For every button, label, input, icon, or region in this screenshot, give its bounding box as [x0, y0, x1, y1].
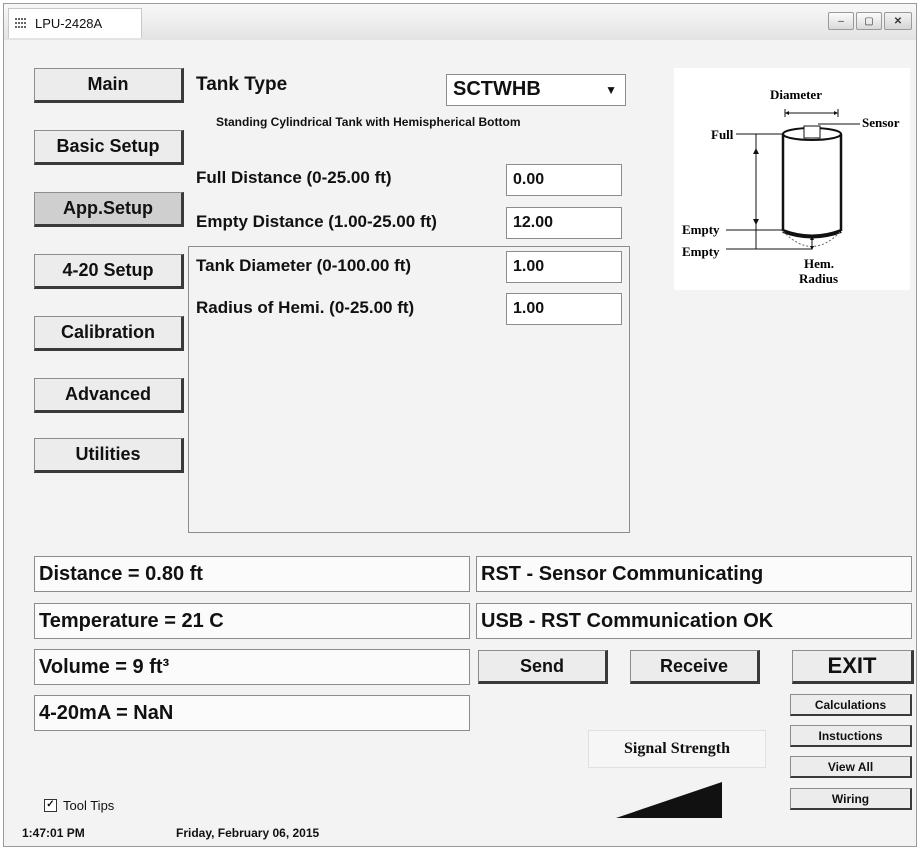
receive-button[interactable]: Receive — [630, 650, 760, 684]
wiring-button[interactable]: Wiring — [790, 788, 912, 810]
empty-distance-label: Empty Distance (1.00-25.00 ft) — [196, 212, 437, 231]
nav-app-setup-button[interactable]: App.Setup — [34, 192, 184, 227]
tooltips-checkbox[interactable]: ✓ Tool Tips — [44, 798, 114, 813]
diagram-diameter-label: Diameter — [770, 87, 822, 102]
tooltips-label: Tool Tips — [63, 798, 115, 813]
nav-4-20-setup-button[interactable]: 4-20 Setup — [34, 254, 184, 289]
app-window: LPU-2428A – ▢ ✕ Main Basic Setup App.Set… — [3, 3, 917, 847]
diagram-full-label: Full — [711, 127, 734, 142]
full-distance-input[interactable]: 0.00 — [506, 164, 622, 196]
send-button[interactable]: Send — [478, 650, 608, 684]
distance-readout: Distance = 0.80 ft — [34, 556, 470, 592]
signal-strength-icon — [616, 782, 722, 818]
radius-input[interactable]: 1.00 — [506, 293, 622, 325]
temperature-readout: Temperature = 21 C — [34, 603, 470, 639]
nav-advanced-button[interactable]: Advanced — [34, 378, 184, 413]
diagram-radius-label: Radius — [799, 271, 838, 286]
instructions-button[interactable]: Instuctions — [790, 725, 912, 747]
checkbox-check-icon: ✓ — [44, 799, 57, 812]
diagram-hem-label: Hem. — [804, 256, 834, 271]
diagram-sensor-label: Sensor — [862, 115, 900, 130]
tank-type-description: Standing Cylindrical Tank with Hemispher… — [216, 115, 521, 129]
close-icon[interactable]: ✕ — [884, 12, 912, 30]
tank-type-select[interactable]: SCTWHB ▼ — [446, 74, 626, 106]
app-grid-icon — [15, 17, 29, 30]
diagram-empty-label-1: Empty — [682, 222, 720, 237]
tank-dimensions-group — [188, 246, 630, 533]
tank-type-value: SCTWHB — [453, 78, 541, 100]
window-title: LPU-2428A — [35, 16, 103, 31]
current-readout: 4-20mA = NaN — [34, 695, 470, 731]
minimize-icon[interactable]: – — [828, 12, 854, 30]
nav-calibration-button[interactable]: Calibration — [34, 316, 184, 351]
diagram-empty-label-2: Empty — [682, 244, 720, 259]
dropdown-arrow-icon: ▼ — [605, 83, 617, 97]
tank-diameter-input[interactable]: 1.00 — [506, 251, 622, 283]
window-tab[interactable]: LPU-2428A — [8, 8, 142, 38]
tank-type-label: Tank Type — [196, 74, 288, 95]
nav-utilities-button[interactable]: Utilities — [34, 438, 184, 473]
main-content: Main Basic Setup App.Setup 4-20 Setup Ca… — [4, 40, 916, 846]
radius-label: Radius of Hemi. (0-25.00 ft) — [196, 298, 415, 317]
tank-diagram-svg: Diameter Sensor Full Empty Empty Hem. Ra… — [682, 87, 900, 286]
tank-diagram: Diameter Sensor Full Empty Empty Hem. Ra… — [674, 68, 910, 290]
title-bar: LPU-2428A – ▢ ✕ — [4, 4, 916, 40]
maximize-icon[interactable]: ▢ — [856, 12, 882, 30]
nav-basic-setup-button[interactable]: Basic Setup — [34, 130, 184, 165]
volume-readout: Volume = 9 ft³ — [34, 649, 470, 685]
exit-button[interactable]: EXIT — [792, 650, 914, 684]
calculations-button[interactable]: Calculations — [790, 694, 912, 716]
footer-date: Friday, February 06, 2015 — [176, 826, 320, 840]
window-controls: – ▢ ✕ — [828, 12, 912, 30]
usb-status: USB - RST Communication OK — [476, 603, 912, 639]
nav-main-button[interactable]: Main — [34, 68, 184, 103]
sensor-status: RST - Sensor Communicating — [476, 556, 912, 592]
full-distance-label: Full Distance (0-25.00 ft) — [196, 168, 392, 187]
signal-strength-label: Signal Strength — [588, 730, 766, 768]
footer-time: 1:47:01 PM — [22, 826, 85, 840]
tank-diameter-label: Tank Diameter (0-100.00 ft) — [196, 256, 412, 275]
view-all-button[interactable]: View All — [790, 756, 912, 778]
empty-distance-input[interactable]: 12.00 — [506, 207, 622, 239]
